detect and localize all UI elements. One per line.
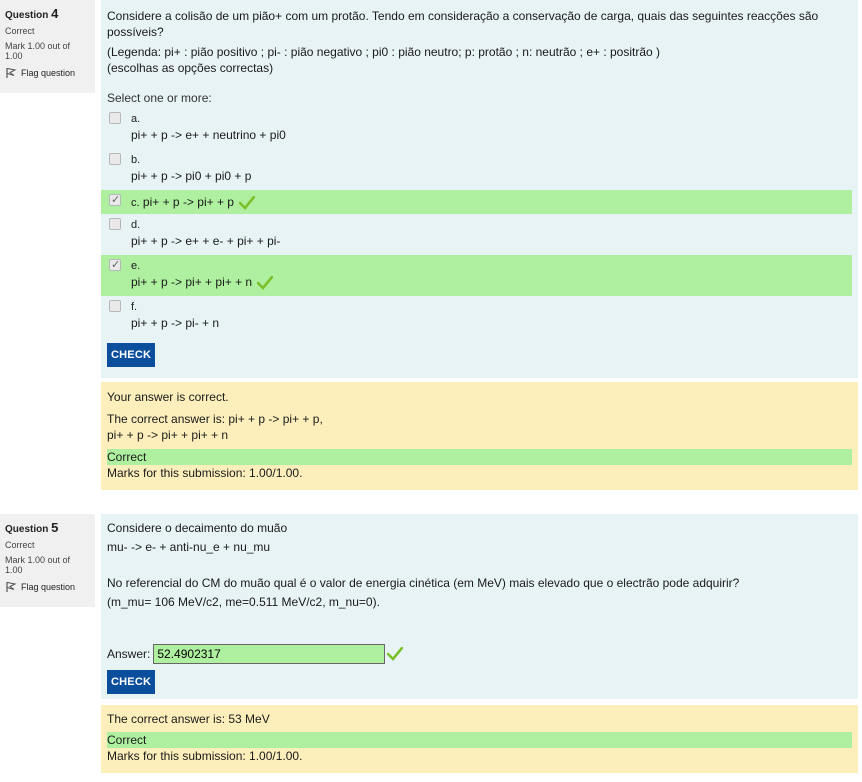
option-e-checkbox[interactable] xyxy=(109,257,121,273)
option-c-checkbox[interactable] xyxy=(109,192,121,208)
option-a-checkbox[interactable] xyxy=(109,112,121,124)
grading-marks: Marks for this submission: 1.00/1.00. xyxy=(107,466,303,480)
option-e-text: pi+ + p -> pi+ + pi+ + n xyxy=(131,275,253,289)
question-text-constants: (m_mu= 106 MeV/c2, me=0.511 MeV/c2, m_nu… xyxy=(107,595,380,609)
question-text-instruction: (escolhas as opções correctas) xyxy=(107,61,274,75)
question-4-formulation: Considere a colisão de um pião+ com um p… xyxy=(101,0,858,378)
option-e[interactable]: e. pi+ + p -> pi+ + pi+ + n xyxy=(101,255,852,296)
option-a[interactable]: a. pi+ + p -> e+ + neutrino + pi0 xyxy=(101,108,858,149)
feedback-correct-answer: The correct answer is: pi+ + p -> pi+ + … xyxy=(107,412,323,426)
question-4-info: Question 4 Correct Mark 1.00 out of 1.00… xyxy=(0,0,95,93)
option-b[interactable]: b. pi+ + p -> pi0 + pi0 + p xyxy=(101,149,858,190)
option-f-letter: f. xyxy=(131,301,138,313)
answer-prompt: Select one or more: xyxy=(107,91,212,105)
check-icon xyxy=(387,647,404,661)
question-state: Correct xyxy=(5,540,35,550)
answer-row: Answer: xyxy=(107,644,852,664)
question-text-legend: (Legenda: pi+ : pião positivo ; pi- : pi… xyxy=(107,45,661,59)
question-text-line: Considere o decaimento do muão xyxy=(107,521,288,535)
answer-label: Answer: xyxy=(107,647,151,661)
option-f-checkbox[interactable] xyxy=(109,300,121,312)
feedback-your-answer: Your answer is correct. xyxy=(107,390,229,404)
option-c-letter: c. xyxy=(131,197,140,209)
option-f[interactable]: f. pi+ + p -> pi- + n xyxy=(101,296,858,337)
question-state: Correct xyxy=(5,26,35,36)
option-a-letter: a. xyxy=(131,113,141,125)
question-text: Considere o decaimento do muão mu- -> e-… xyxy=(107,520,852,610)
question-text: Considere a colisão de um pião+ com um p… xyxy=(107,8,852,76)
check-icon xyxy=(239,195,256,210)
question-4-feedback: Your answer is correct. The correct answ… xyxy=(101,382,858,490)
question-text-line: Considere a colisão de um pião+ com um p… xyxy=(107,9,819,39)
option-f-text: pi+ + p -> pi- + n xyxy=(131,316,220,330)
option-c[interactable]: c. pi+ + p -> pi+ + p xyxy=(101,190,852,214)
flag-question-link[interactable]: Flag question xyxy=(5,581,90,593)
question-number: Question 5 xyxy=(5,520,59,535)
flag-icon xyxy=(6,68,17,78)
grading-correct: Correct xyxy=(107,732,852,748)
option-b-text: pi+ + p -> pi0 + pi0 + p xyxy=(131,169,252,183)
option-c-text: pi+ + p -> pi+ + p xyxy=(142,195,234,209)
grading-marks: Marks for this submission: 1.00/1.00. xyxy=(107,749,303,763)
option-e-letter: e. xyxy=(131,260,141,272)
option-b-letter: b. xyxy=(131,154,141,166)
question-text-reaction: mu- -> e- + anti-nu_e + nu_mu xyxy=(107,540,271,554)
question-grade: Mark 1.00 out of 1.00 xyxy=(5,555,71,575)
option-a-text: pi+ + p -> e+ + neutrino + pi0 xyxy=(131,128,286,142)
check-icon xyxy=(257,275,274,290)
answer-options: a. pi+ + p -> e+ + neutrino + pi0 b. pi+… xyxy=(101,108,858,337)
option-d-text: pi+ + p -> e+ + e- + pi+ + pi- xyxy=(131,234,281,248)
question-5-info: Question 5 Correct Mark 1.00 out of 1.00… xyxy=(0,514,95,607)
feedback-correct-answer-2: pi+ + p -> pi+ + pi+ + n xyxy=(107,428,229,442)
question-text-question: No referencial do CM do muão qual é o va… xyxy=(107,576,740,590)
feedback-correct-answer: The correct answer is: 53 MeV xyxy=(107,712,270,726)
flag-question-link[interactable]: Flag question xyxy=(5,67,90,79)
question-number: Question 4 xyxy=(5,6,59,21)
option-d[interactable]: d. pi+ + p -> e+ + e- + pi+ + pi- xyxy=(101,214,858,255)
option-d-letter: d. xyxy=(131,219,141,231)
answer-input[interactable] xyxy=(153,644,386,664)
grading-correct: Correct xyxy=(107,449,852,465)
question-grade: Mark 1.00 out of 1.00 xyxy=(5,41,71,61)
check-button[interactable]: CHECK xyxy=(107,343,156,367)
option-b-checkbox[interactable] xyxy=(109,153,121,165)
question-5-formulation: Considere o decaimento do muão mu- -> e-… xyxy=(101,514,858,699)
question-5-feedback: The correct answer is: 53 MeV Correct Ma… xyxy=(101,705,858,773)
check-button[interactable]: CHECK xyxy=(107,670,156,694)
flag-icon xyxy=(6,582,17,592)
option-d-checkbox[interactable] xyxy=(109,218,121,230)
